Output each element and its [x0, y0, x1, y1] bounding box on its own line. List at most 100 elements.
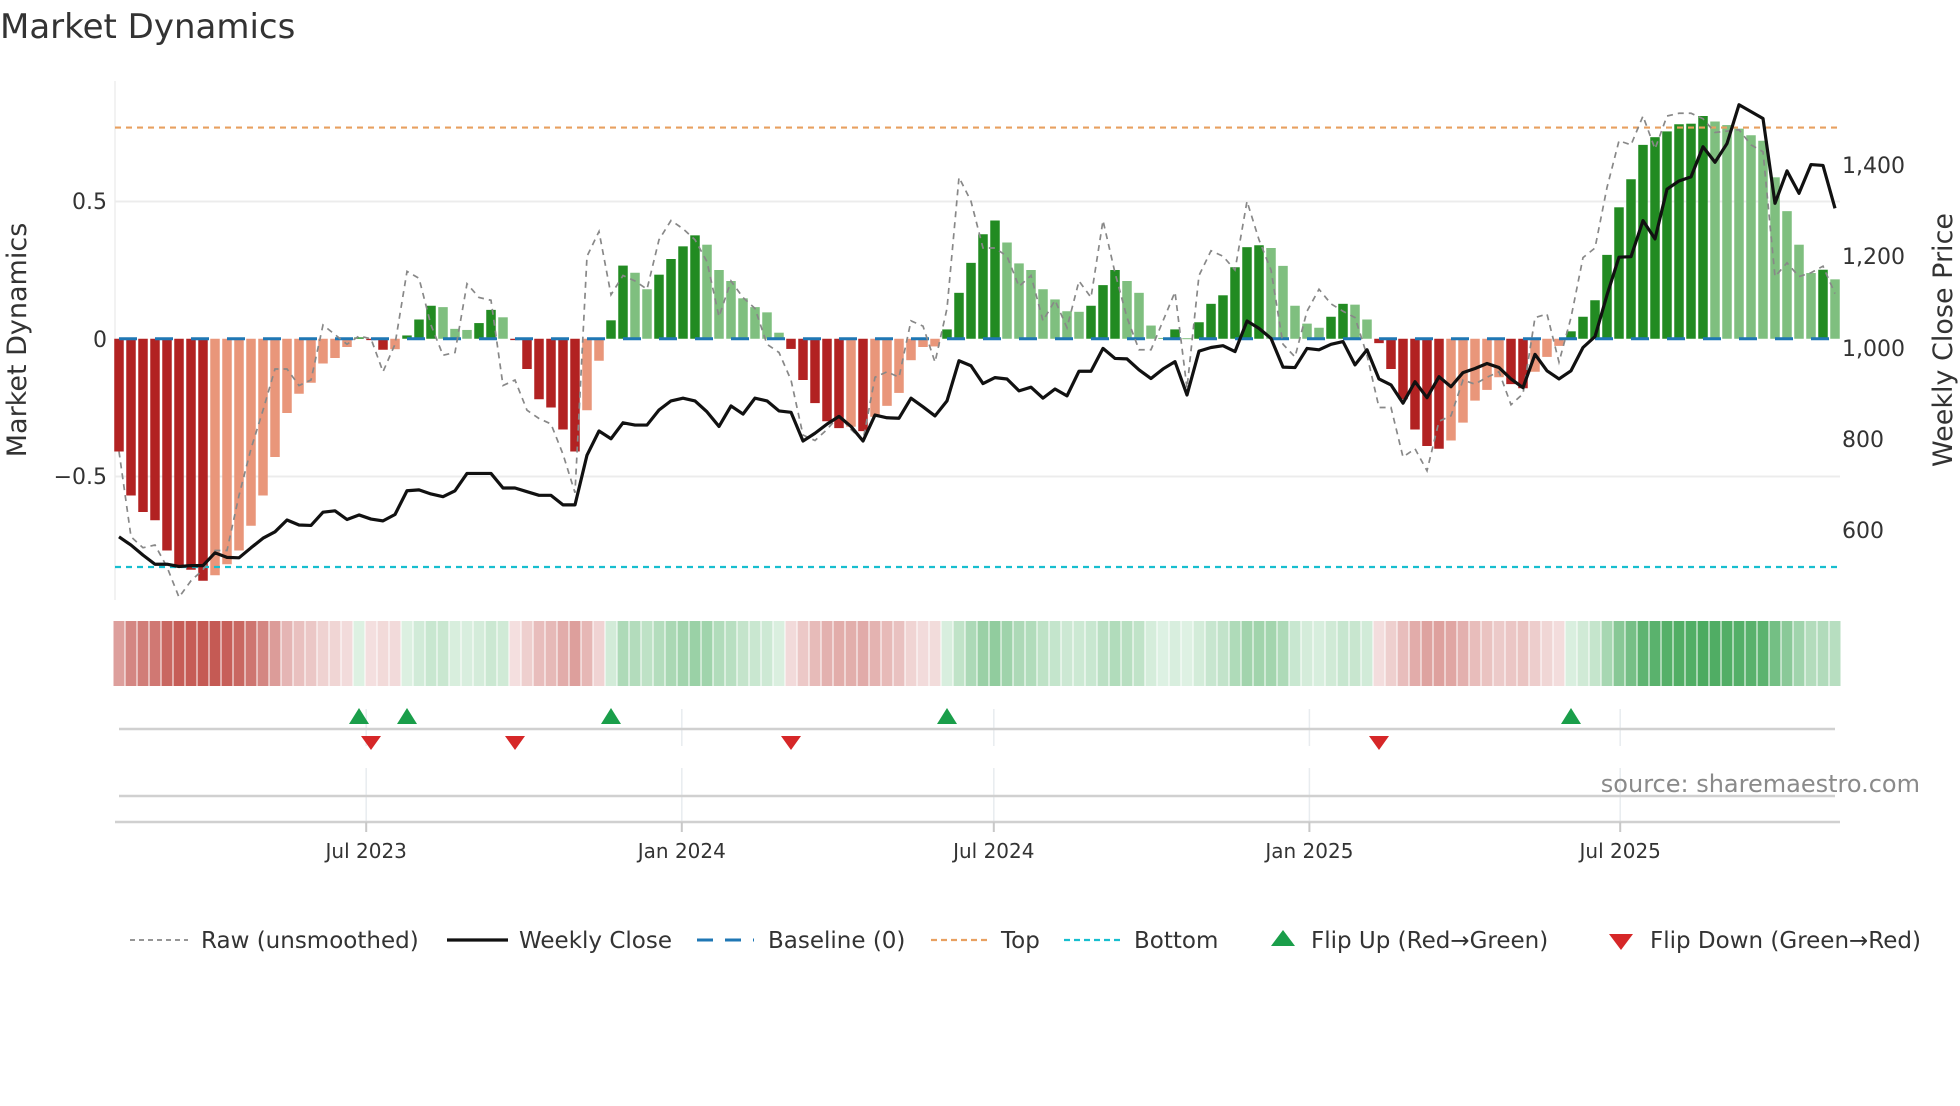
strip-cell — [161, 621, 173, 686]
strip-cell — [1541, 621, 1553, 686]
bar — [894, 338, 904, 393]
bar — [750, 307, 760, 339]
strip-cell — [1289, 621, 1301, 686]
bar — [1098, 285, 1108, 339]
strip-cell — [1409, 621, 1421, 686]
strip-cell — [1049, 621, 1061, 686]
bar — [1746, 135, 1756, 339]
bar — [426, 305, 436, 339]
strip-cell — [569, 621, 581, 686]
bar — [1362, 319, 1372, 339]
strip-cell — [497, 621, 509, 686]
weekly-close-line — [118, 103, 1837, 569]
bar — [762, 312, 772, 339]
legend: Raw (unsmoothed) Weekly Close Baseline (0)… — [130, 928, 1921, 954]
strip-cell — [1073, 621, 1085, 686]
strip-cell — [1697, 621, 1709, 686]
strip-cell — [233, 621, 245, 686]
strip-cell — [1385, 621, 1397, 686]
bar — [1314, 327, 1324, 339]
strip-cell — [1565, 621, 1577, 686]
strip-cell — [641, 621, 653, 686]
bar — [414, 319, 424, 339]
strip-cell — [317, 621, 329, 686]
strip-cell — [989, 621, 1001, 686]
heat-strip — [113, 621, 1841, 686]
bar — [114, 338, 124, 452]
bar — [654, 274, 664, 339]
bar — [306, 338, 316, 383]
legend-item-close: Weekly Close — [447, 928, 672, 954]
bar — [558, 338, 568, 430]
bar — [474, 323, 484, 339]
bar — [1578, 316, 1588, 339]
y-right-tick-label: 1,400 — [1842, 154, 1905, 179]
strip-cell — [809, 621, 821, 686]
bar — [1086, 305, 1096, 339]
strip-cell — [1109, 621, 1121, 686]
bar — [150, 338, 160, 521]
strip-cell — [1277, 621, 1289, 686]
strip-cell — [1373, 621, 1385, 686]
strip-cell — [1337, 621, 1349, 686]
strip-cell — [917, 621, 929, 686]
strip-cell — [149, 621, 161, 686]
bar — [702, 244, 712, 339]
strip-cell — [137, 621, 149, 686]
strip-cell — [209, 621, 221, 686]
strip-cell — [293, 621, 305, 686]
strip-cell — [1133, 621, 1145, 686]
strip-cell — [1433, 621, 1445, 686]
bar — [570, 338, 580, 452]
strip-cell — [617, 621, 629, 686]
bar — [318, 338, 328, 364]
strip-cell — [437, 621, 449, 686]
bar — [846, 338, 856, 427]
strip-cell — [1577, 621, 1589, 686]
strip-cell — [1721, 621, 1733, 686]
strip-cell — [1361, 621, 1373, 686]
strip-cell — [1241, 621, 1253, 686]
strip-cell — [773, 621, 785, 686]
bar — [270, 338, 280, 457]
bar — [1122, 281, 1132, 339]
strip-cell — [1781, 621, 1793, 686]
strip-cell — [1349, 621, 1361, 686]
strip-cell — [353, 621, 365, 686]
market-dynamics-chart: Market Dynamics 0.5 0 −0.5 1,400 1,200 1… — [0, 7, 1959, 954]
strip-cell — [677, 621, 689, 686]
strip-cell — [1229, 621, 1241, 686]
strip-cell — [509, 621, 521, 686]
legend-label: Raw (unsmoothed) — [201, 928, 419, 954]
legend-item-baseline: Baseline (0) — [697, 928, 905, 954]
bar — [198, 338, 208, 581]
strip-cell — [329, 621, 341, 686]
bar — [1194, 322, 1204, 339]
strip-cell — [1709, 621, 1721, 686]
strip-cell — [413, 621, 425, 686]
strip-cell — [749, 621, 761, 686]
legend-label: Weekly Close — [519, 928, 672, 954]
strip-cell — [1745, 621, 1757, 686]
bar — [378, 338, 388, 350]
strip-cell — [1661, 621, 1673, 686]
strip-cell — [185, 621, 197, 686]
strip-cell — [1193, 621, 1205, 686]
bar — [1626, 179, 1636, 339]
strip-cell — [1421, 621, 1433, 686]
strip-cell — [821, 621, 833, 686]
bar — [330, 338, 340, 358]
bar — [630, 272, 640, 339]
bar — [990, 220, 1000, 339]
legend-flip-down-icon — [1609, 934, 1633, 950]
bar — [954, 292, 964, 339]
strip-cell — [941, 621, 953, 686]
bar — [1818, 269, 1828, 339]
legend-item-flip_down: Flip Down (Green→Red) — [1609, 928, 1921, 954]
strip-cell — [389, 621, 401, 686]
flip-up-marker — [397, 708, 417, 724]
strip-cell — [881, 621, 893, 686]
strip-cell — [905, 621, 917, 686]
chart-title: Market Dynamics — [0, 7, 295, 47]
bar — [1398, 338, 1408, 400]
